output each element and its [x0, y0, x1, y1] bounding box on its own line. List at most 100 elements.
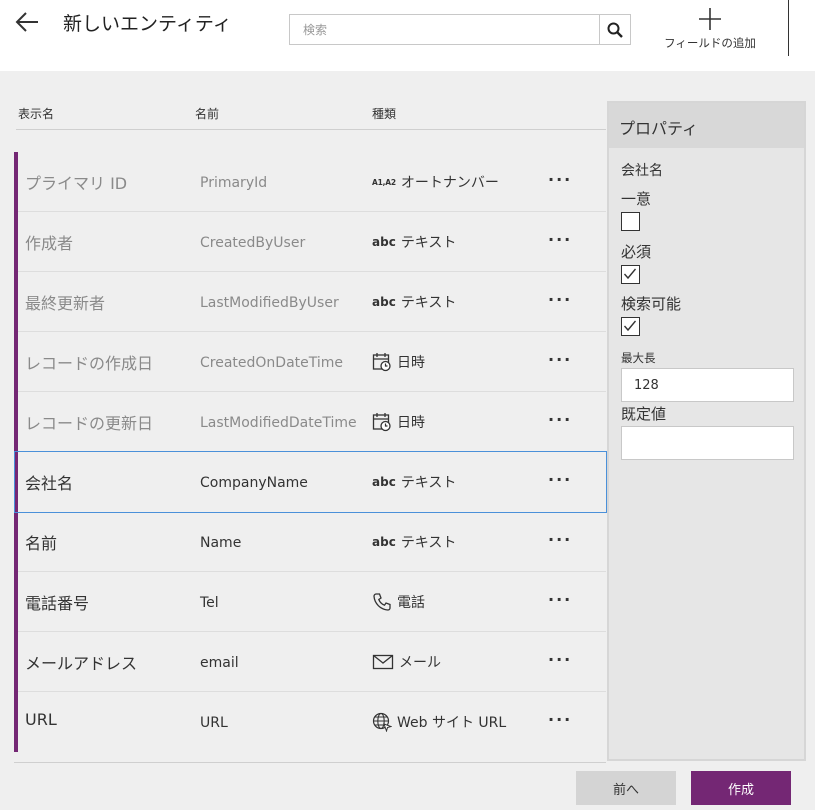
divider: [788, 0, 789, 56]
top-bar: 新しいエンティティ フィールドの追加: [0, 0, 815, 71]
field-name: Tel: [200, 595, 219, 611]
field-type: abc テキスト: [372, 532, 456, 552]
previous-button[interactable]: 前へ: [576, 771, 676, 805]
table-row[interactable]: 電話番号 Tel 電話 ···: [18, 572, 606, 632]
header-divider: [16, 129, 606, 130]
field-display-name: 名前: [25, 534, 58, 553]
table-row[interactable]: 作成者 CreatedByUser abc テキスト ···: [18, 212, 606, 272]
field-type: A1,A2 オートナンバー: [372, 172, 499, 192]
table-row[interactable]: 名前 Name abc テキスト ···: [18, 512, 606, 572]
back-arrow-icon[interactable]: [14, 8, 42, 36]
field-type-label: 日時: [397, 415, 425, 431]
more-options-button[interactable]: ···: [548, 230, 572, 249]
field-type: 日時: [372, 412, 425, 432]
field-type: 電話: [372, 592, 425, 612]
field-type: abc テキスト: [372, 472, 456, 492]
phone-icon: [373, 593, 391, 611]
more-options-button[interactable]: ···: [548, 410, 572, 429]
field-name: Name: [200, 535, 242, 551]
search-box: [289, 14, 631, 45]
column-header-name: 名前: [195, 107, 220, 121]
field-type-label: オートナンバー: [400, 175, 499, 191]
field-type-label: メール: [399, 655, 441, 671]
properties-panel: プロパティ 会社名 一意 必須 検索可能 最大長 既定値: [607, 101, 806, 761]
field-type: Web サイト URL: [372, 712, 506, 732]
field-name: CreatedByUser: [200, 235, 306, 251]
text-type-icon: abc: [372, 535, 396, 549]
table-row[interactable]: URL URL Web サイト URL ···: [18, 692, 606, 752]
field-type-label: Web サイト URL: [397, 715, 507, 731]
table-row[interactable]: レコードの更新日 LastModifiedDateTime 日時 ···: [18, 392, 606, 452]
field-display-name: 電話番号: [25, 594, 90, 613]
required-label: 必須: [621, 243, 652, 261]
text-type-icon: abc: [372, 235, 396, 249]
table-row[interactable]: メールアドレス email メール ···: [18, 632, 606, 692]
field-name: CompanyName: [200, 475, 308, 491]
field-display-name: プライマリ ID: [25, 174, 128, 193]
table-row-selected[interactable]: 会社名 CompanyName abc テキスト ···: [14, 451, 607, 513]
field-name: email: [200, 655, 239, 671]
field-display-name: 作成者: [25, 234, 74, 253]
table-row[interactable]: レコードの作成日 CreatedOnDateTime 日時 ···: [18, 332, 606, 392]
selected-field-name: 会社名: [621, 163, 663, 179]
calendar-clock-icon: [372, 413, 391, 432]
field-type: abc テキスト: [372, 292, 456, 312]
field-display-name: 最終更新者: [25, 294, 106, 313]
default-value-label: 既定値: [621, 405, 667, 423]
more-options-button[interactable]: ···: [548, 170, 572, 189]
table-row[interactable]: 最終更新者 LastModifiedByUser abc テキスト ···: [18, 272, 606, 332]
searchable-label: 検索可能: [621, 295, 682, 313]
field-display-name: 会社名: [25, 474, 74, 493]
create-button[interactable]: 作成: [691, 771, 791, 805]
required-checkbox[interactable]: [621, 265, 640, 284]
check-icon: [623, 268, 637, 280]
more-options-button[interactable]: ···: [548, 590, 572, 609]
more-options-button[interactable]: ···: [548, 350, 572, 369]
search-icon: [607, 22, 623, 38]
check-icon: [623, 320, 637, 332]
text-type-icon: abc: [372, 475, 396, 489]
default-value-input[interactable]: [621, 426, 794, 460]
field-display-name: レコードの更新日: [25, 414, 154, 433]
page-title: 新しいエンティティ: [63, 13, 232, 35]
field-type: 日時: [372, 352, 425, 372]
search-button[interactable]: [599, 15, 630, 44]
field-name: LastModifiedDateTime: [200, 415, 357, 431]
field-name: CreatedOnDateTime: [200, 355, 344, 371]
field-display-name: メールアドレス: [25, 654, 138, 673]
field-type-label: テキスト: [400, 535, 457, 551]
more-options-button[interactable]: ···: [548, 470, 572, 489]
field-display-name: レコードの作成日: [25, 354, 154, 373]
autonumber-icon: A1,A2: [372, 177, 396, 187]
max-length-input[interactable]: [621, 368, 794, 402]
globe-icon: [372, 712, 392, 732]
unique-label: 一意: [621, 190, 652, 208]
add-field-button[interactable]: フィールドの追加: [655, 4, 765, 56]
field-type-label: テキスト: [400, 475, 457, 491]
field-name: PrimaryId: [200, 175, 268, 191]
searchable-checkbox[interactable]: [621, 317, 640, 336]
field-type-label: テキスト: [400, 295, 457, 311]
more-options-button[interactable]: ···: [548, 650, 572, 669]
search-input[interactable]: [290, 15, 600, 44]
table-row[interactable]: プライマリ ID PrimaryId A1,A2 オートナンバー ···: [18, 152, 606, 212]
field-type-label: 日時: [397, 355, 425, 371]
plus-icon: [699, 8, 721, 30]
more-options-button[interactable]: ···: [548, 290, 572, 309]
column-header-type: 種類: [372, 107, 397, 121]
field-type-label: 電話: [397, 595, 425, 611]
mail-icon: [372, 654, 394, 670]
field-name: LastModifiedByUser: [200, 295, 339, 311]
add-field-label: フィールドの追加: [664, 36, 756, 50]
text-type-icon: abc: [372, 295, 396, 309]
field-type: メール: [372, 652, 441, 672]
properties-title: プロパティ: [609, 103, 804, 148]
unique-checkbox[interactable]: [621, 212, 640, 231]
field-display-name: URL: [25, 710, 57, 729]
more-options-button[interactable]: ···: [548, 530, 572, 549]
calendar-clock-icon: [372, 353, 391, 372]
field-name: URL: [200, 715, 228, 731]
more-options-button[interactable]: ···: [548, 710, 572, 729]
field-type-label: テキスト: [400, 235, 457, 251]
list-bottom-divider: [14, 762, 606, 763]
